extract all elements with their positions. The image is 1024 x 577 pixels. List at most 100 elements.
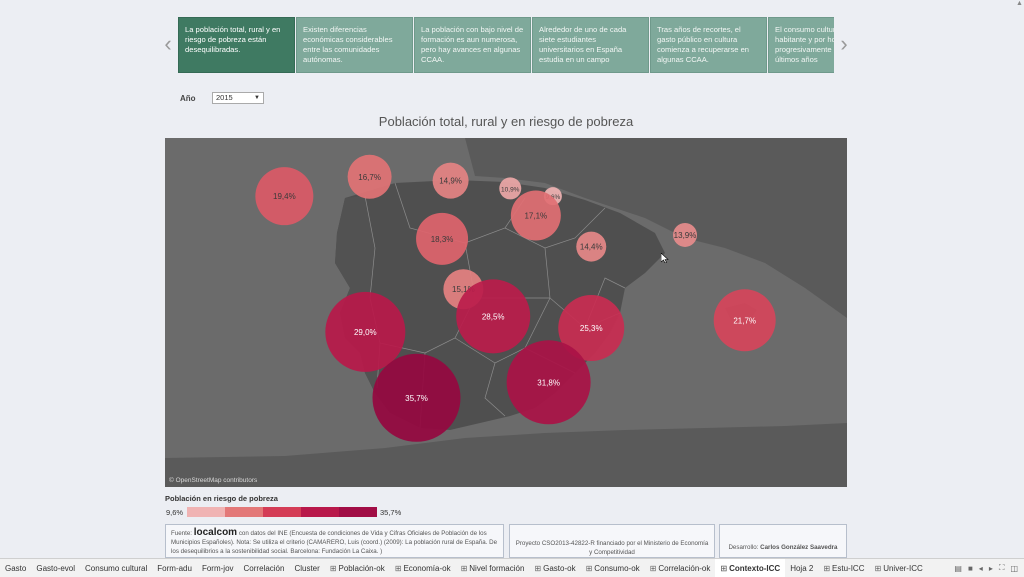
- dashboard-grid-icon: ⊞: [329, 563, 337, 573]
- sheet-tab-label: Consumo cultural: [85, 563, 148, 573]
- sheet-tab[interactable]: Form-jov: [197, 559, 239, 577]
- story-point-5[interactable]: Tras años de recortes, el gasto público …: [650, 17, 767, 73]
- sheet-tab[interactable]: ⊞ Población-ok: [325, 559, 390, 577]
- bubble-value-label: 29,0%: [354, 328, 377, 337]
- bubble-value-label: 14,4%: [580, 243, 603, 252]
- legend-step-2: [225, 507, 263, 517]
- year-select[interactable]: 2015 ▼: [212, 92, 264, 104]
- author-prefix: Desarrollo:: [728, 544, 759, 551]
- legend-min-label: 9,6%: [166, 508, 184, 517]
- grid-view-icon[interactable]: ■: [968, 564, 973, 573]
- story-point-2[interactable]: Existen diferencias económicas considera…: [296, 17, 413, 73]
- story-points-strip: La población total, rural y en riesgo de…: [178, 17, 834, 75]
- bubble-value-label: 21,7%: [733, 316, 756, 325]
- story-point-4[interactable]: Alrededor de uno de cada siete estudiant…: [532, 17, 649, 73]
- legend-step-3: [263, 507, 301, 517]
- legend-step-1: [187, 507, 225, 517]
- sheet-tab-label: Form-jov: [201, 563, 234, 573]
- dashboard-grid-icon: ⊞: [585, 563, 593, 573]
- sheet-tab[interactable]: ⊞ Contexto-ICC: [715, 559, 786, 577]
- dashboard-grid-icon: ⊞: [720, 563, 728, 573]
- sheet-tab-label: Población-ok: [338, 563, 385, 573]
- year-select-value: 2015: [216, 93, 233, 102]
- chart-title: Población total, rural y en riesgo de po…: [378, 114, 634, 129]
- bubble-value-label: 35,7%: [405, 394, 428, 403]
- localcom-logo[interactable]: localcom: [194, 527, 237, 538]
- bubble-value-label: 16,7%: [358, 173, 381, 182]
- sheet-tab-label: Estu-ICC: [832, 563, 865, 573]
- project-box: Proyecto CSO2013-42822-R financiado por …: [509, 524, 715, 558]
- sheet-tab[interactable]: Gasto-evol: [31, 559, 80, 577]
- sheet-tab[interactable]: Hoja 2: [785, 559, 818, 577]
- story-point-1[interactable]: La población total, rural y en riesgo de…: [178, 17, 295, 73]
- legend-step-5: [339, 507, 377, 517]
- legend-color-bar: [187, 507, 377, 517]
- scroll-left-icon[interactable]: ◂: [979, 564, 983, 573]
- story-next-arrow[interactable]: ›: [837, 33, 851, 55]
- legend-max-label: 35,7%: [380, 508, 402, 517]
- bubble-value-label: 10,9%: [501, 186, 520, 193]
- bubble-value-label: 18,3%: [431, 235, 454, 244]
- fullscreen-icon[interactable]: ⛶: [999, 563, 1005, 573]
- bubble-value-label: 31,8%: [537, 378, 560, 387]
- sheet-tab[interactable]: Form-adu: [152, 559, 197, 577]
- sheet-tab-label: Cluster: [294, 563, 320, 573]
- sheet-tab[interactable]: Consumo cultural: [80, 559, 152, 577]
- map-svg: 19,4%16,7%14,9%10,9%9,6%17,1%13,9%18,3%1…: [165, 138, 847, 487]
- bubble-value-label: 19,4%: [273, 192, 296, 201]
- bubble-value-label: 13,9%: [674, 231, 697, 240]
- dashboard-grid-icon: ⊞: [394, 563, 402, 573]
- source-box: Fuente: localcom con datos del INE (Encu…: [165, 524, 504, 558]
- legend-title: Población en riesgo de pobreza: [165, 494, 278, 503]
- bubble-map[interactable]: 19,4%16,7%14,9%10,9%9,6%17,1%13,9%18,3%1…: [165, 138, 847, 487]
- list-view-icon[interactable]: ▤: [954, 564, 962, 573]
- sheet-tab-label: Economía-ok: [403, 563, 451, 573]
- sheet-tab-bar: Gasto Gasto-evol Consumo cultural Form-adu F…: [0, 558, 1024, 577]
- sheet-tab-label: Consumo-ok: [594, 563, 640, 573]
- tab-controls: ▤ ■ ◂ ▸ ⛶ ◫: [954, 559, 1024, 577]
- scroll-up-icon[interactable]: ▲: [1016, 0, 1023, 7]
- bubble-value-label: 14,9%: [439, 177, 462, 186]
- sheet-tab[interactable]: ⊞ Correlación-ok: [645, 559, 716, 577]
- legend-step-4: [301, 507, 339, 517]
- bubble-value-label: 25,3%: [580, 324, 603, 333]
- story-point-6[interactable]: El consumo cultural por habitante y por …: [768, 17, 834, 73]
- map-attribution: © OpenStreetMap contributors: [169, 477, 258, 484]
- sheet-tab-label: Gasto-ok: [543, 563, 576, 573]
- sheet-tab[interactable]: ⊞ Gasto-ok: [529, 559, 580, 577]
- sheet-tab-label: Form-adu: [157, 563, 192, 573]
- story-prev-arrow[interactable]: ‹: [161, 33, 175, 55]
- sheet-tab[interactable]: ⊞ Estu-ICC: [818, 559, 869, 577]
- author-name: Carlos González Saavedra: [760, 544, 838, 551]
- sheet-tab-label: Univer-ICC: [883, 563, 923, 573]
- sheet-tab-label: Gasto: [5, 563, 27, 573]
- scroll-right-icon[interactable]: ▸: [989, 564, 993, 573]
- sheet-tab-label: Correlación: [243, 563, 285, 573]
- sheet-tab[interactable]: ⊞ Consumo-ok: [581, 559, 645, 577]
- sheet-tab[interactable]: ⊞ Univer-ICC: [869, 559, 927, 577]
- sheet-tab[interactable]: Cluster: [289, 559, 324, 577]
- project-text: Proyecto CSO2013-42822-R financiado por …: [515, 540, 709, 556]
- chevron-down-icon: ▼: [254, 95, 260, 101]
- sheet-tab-label: Gasto-evol: [36, 563, 76, 573]
- sheet-tab[interactable]: ⊞ Nivel formación: [456, 559, 530, 577]
- sheet-tab-label: Contexto-ICC: [729, 563, 781, 573]
- present-icon[interactable]: ◫: [1010, 564, 1018, 573]
- story-point-3[interactable]: La población con bajo nivel de formación…: [414, 17, 531, 73]
- mouse-cursor-icon: [661, 253, 669, 263]
- sheet-tab-label: Nivel formación: [469, 563, 525, 573]
- source-prefix: Fuente:: [171, 530, 192, 537]
- vertical-scrollbar[interactable]: ▲: [1014, 0, 1024, 558]
- sheet-tab[interactable]: Gasto: [0, 559, 31, 577]
- sheet-tab[interactable]: ⊞ Economía-ok: [390, 559, 456, 577]
- author-box: Desarrollo: Carlos González Saavedra: [719, 524, 847, 558]
- dashboard-grid-icon: ⊞: [460, 563, 468, 573]
- dashboard-grid-icon: ⊞: [649, 563, 657, 573]
- sheet-tab-label: Hoja 2: [790, 563, 814, 573]
- dashboard-grid-icon: ⊞: [534, 563, 542, 573]
- sheet-tab[interactable]: Correlación: [239, 559, 290, 577]
- dashboard-grid-icon: ⊞: [874, 563, 882, 573]
- year-filter-label: Año: [180, 94, 196, 103]
- bubble-value-label: 28,5%: [482, 312, 505, 321]
- dashboard-grid-icon: ⊞: [823, 563, 831, 573]
